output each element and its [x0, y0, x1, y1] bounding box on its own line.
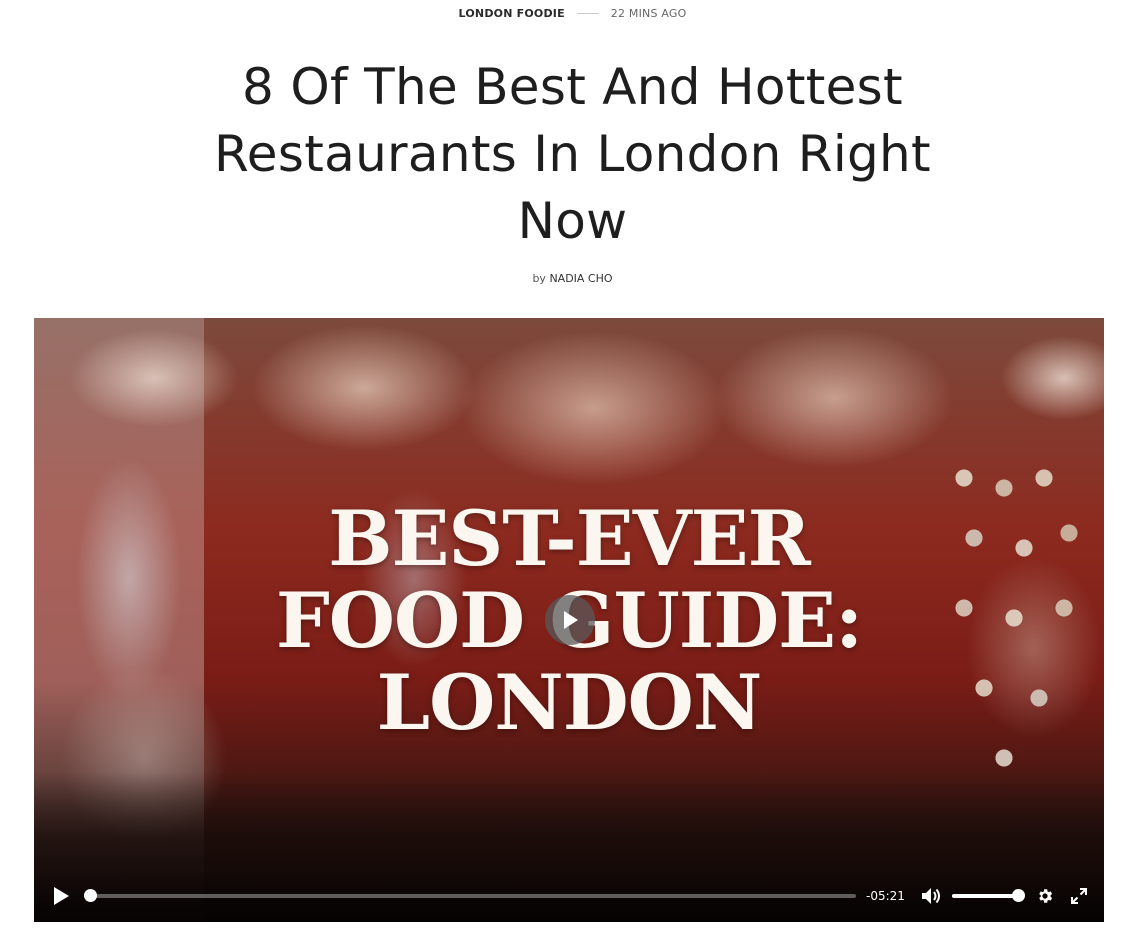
article-meta: LONDON FOODIE 22 MINS AGO: [0, 7, 1145, 20]
article-title: 8 Of The Best And Hottest Restaurants In…: [214, 58, 931, 250]
mute-button[interactable]: [920, 885, 942, 907]
meta-divider: [576, 13, 599, 14]
play-button[interactable]: [50, 885, 72, 907]
progress-handle[interactable]: [84, 889, 97, 902]
center-play-button[interactable]: [545, 595, 595, 645]
play-icon: [54, 887, 69, 905]
gear-icon: [1039, 889, 1053, 903]
fullscreen-icon: [1071, 888, 1087, 904]
time-remaining: -05:21: [866, 889, 905, 903]
article-byline: by NADIA CHO: [0, 272, 1145, 285]
article-time-ago: 22 MINS AGO: [610, 7, 687, 20]
article-category[interactable]: LONDON FOODIE: [459, 7, 565, 20]
volume-handle[interactable]: [1012, 889, 1025, 902]
video-player[interactable]: BEST-EVER FOOD GUIDE: LONDON -05:21: [34, 318, 1104, 922]
progress-bar[interactable]: [84, 889, 856, 902]
volume-slider[interactable]: [952, 889, 1025, 902]
video-controls: -05:21: [34, 870, 1104, 922]
byline-prefix: by: [532, 272, 546, 285]
volume-icon: [922, 888, 940, 904]
settings-button[interactable]: [1034, 885, 1056, 907]
volume-level: [952, 894, 1018, 898]
play-icon: [564, 611, 578, 629]
fullscreen-button[interactable]: [1068, 885, 1090, 907]
author-name[interactable]: NADIA CHO: [549, 272, 612, 285]
